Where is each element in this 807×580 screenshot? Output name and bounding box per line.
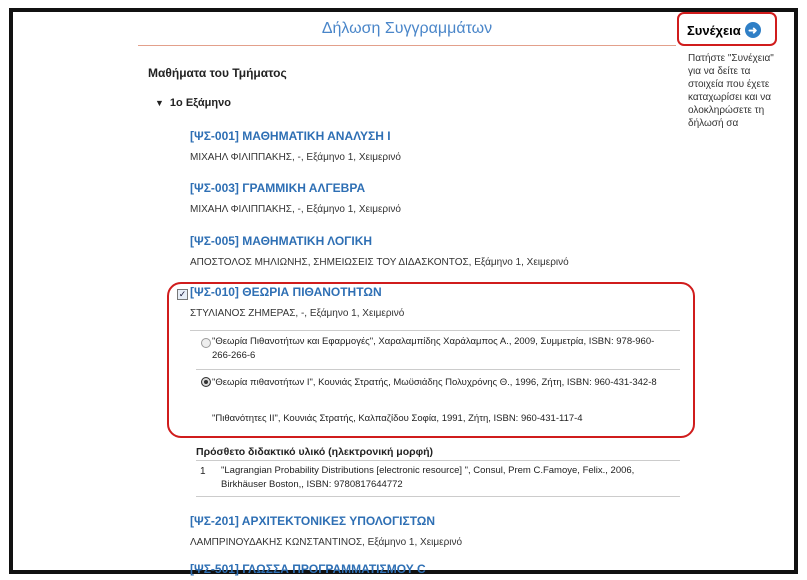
course-title-link[interactable]: [ΨΣ-010] ΘΕΩΡΙΑ ΠΙΘΑΝΟΤΗΤΩΝ: [190, 285, 404, 299]
course-item: [ΨΣ-003] ΓΡΑΜΜΙΚΗ ΑΛΓΕΒΡΑ ΜΙΧΑΗΛ ΦΙΛΙΠΠΑ…: [190, 181, 401, 215]
arrow-right-icon: ➜: [744, 22, 761, 38]
continue-label: Συνέχεια: [687, 22, 741, 38]
continue-button[interactable]: Συνέχεια ➜: [687, 22, 761, 38]
semester-toggle[interactable]: ▼ 1ο Εξάμηνο: [155, 97, 231, 109]
triangle-down-icon: ▼: [155, 98, 164, 108]
course-title-link[interactable]: [ΨΣ-003] ΓΡΑΜΜΙΚΗ ΑΛΓΕΒΡΑ: [190, 181, 401, 195]
course-title-link[interactable]: [ΨΣ-501] ΓΛΩΣΣΑ ΠΡΟΓΡΑΜΜΑΤΙΣΜΟΥ C: [190, 562, 426, 576]
course-title-link[interactable]: [ΨΣ-201] ΑΡΧΙΤΕΚΤΟΝΙΚΕΣ ΥΠΟΛΟΓΙΣΤΩΝ: [190, 514, 462, 528]
book-radio[interactable]: [201, 338, 211, 348]
course-item: [ΨΣ-501] ΓΛΩΣΣΑ ΠΡΟΓΡΑΜΜΑΤΙΣΜΟΥ C: [190, 562, 426, 576]
digital-material-heading: Πρόσθετο διδακτικό υλικό (ηλεκτρονική μο…: [196, 446, 434, 458]
course-meta: ΑΠΟΣΤΟΛΟΣ ΜΗΛΙΩΝΗΣ, ΣΗΜΕΙΩΣΕΙΣ ΤΟΥ ΔΙΔΑΣ…: [190, 257, 569, 268]
course-meta: ΛΑΜΠΡΙΝΟΥΔΑΚΗΣ ΚΩΝΣΤΑΝΤΙΝΟΣ, Εξάμηνο 1, …: [190, 537, 463, 548]
section-title: Μαθήματα του Τμήματος: [148, 66, 287, 80]
book-option-secondary: "Πιθανότητες ΙΙ", Κουνιάς Στρατής, Καλπα…: [212, 413, 583, 424]
page-title: Δήλωση Συγγραμμάτων: [321, 20, 493, 37]
title-underline: [138, 45, 676, 46]
digital-item-text: "Lagrangian Probability Distributions [e…: [221, 465, 635, 490]
divider: [196, 460, 680, 461]
divider: [196, 369, 680, 370]
divider: [196, 496, 680, 497]
course-item-selected: [ΨΣ-010] ΘΕΩΡΙΑ ΠΙΘΑΝΟΤΗΤΩΝ ΣΤΥΛΙΑΝΟΣ ΖΗ…: [190, 285, 404, 319]
course-meta: ΜΙΧΑΗΛ ΦΙΛΙΠΠΑΚΗΣ, -, Εξάμηνο 1, Χειμερι…: [190, 152, 401, 163]
course-title-link[interactable]: [ΨΣ-001] ΜΑΘΗΜΑΤΙΚΗ ΑΝΑΛΥΣΗ Ι: [190, 129, 401, 143]
semester-label: 1ο Εξάμηνο: [169, 97, 231, 109]
digital-item-number: 1: [200, 466, 206, 477]
book-radio-selected[interactable]: [201, 377, 211, 387]
course-title-link[interactable]: [ΨΣ-005] ΜΑΘΗΜΑΤΙΚΗ ΛΟΓΙΚΗ: [190, 234, 569, 248]
course-item: [ΨΣ-001] ΜΑΘΗΜΑΤΙΚΗ ΑΝΑΛΥΣΗ Ι ΜΙΧΑΗΛ ΦΙΛ…: [190, 129, 401, 163]
course-checkbox[interactable]: ✓: [177, 289, 188, 300]
book-option: "Θεωρία Πιθανοτήτων και Εφαρμογές", Χαρα…: [212, 336, 655, 361]
course-meta: ΜΙΧΑΗΛ ΦΙΛΙΠΠΑΚΗΣ, -, Εξάμηνο 1, Χειμερι…: [190, 204, 401, 215]
course-meta: ΣΤΥΛΙΑΝΟΣ ΖΗΜΕΡΑΣ, -, Εξάμηνο 1, Χειμερι…: [190, 308, 405, 319]
divider: [190, 330, 680, 331]
side-instructions: Πατήστε "Συνέχεια" για να δείτε τα στοιχ…: [688, 53, 774, 129]
course-item: [ΨΣ-005] ΜΑΘΗΜΑΤΙΚΗ ΛΟΓΙΚΗ ΑΠΟΣΤΟΛΟΣ ΜΗΛ…: [190, 234, 569, 268]
course-item: [ΨΣ-201] ΑΡΧΙΤΕΚΤΟΝΙΚΕΣ ΥΠΟΛΟΓΙΣΤΩΝ ΛΑΜΠ…: [190, 514, 462, 548]
book-option: "Θεωρία πιθανοτήτων Ι", Κουνιάς Στρατής,…: [212, 377, 657, 388]
